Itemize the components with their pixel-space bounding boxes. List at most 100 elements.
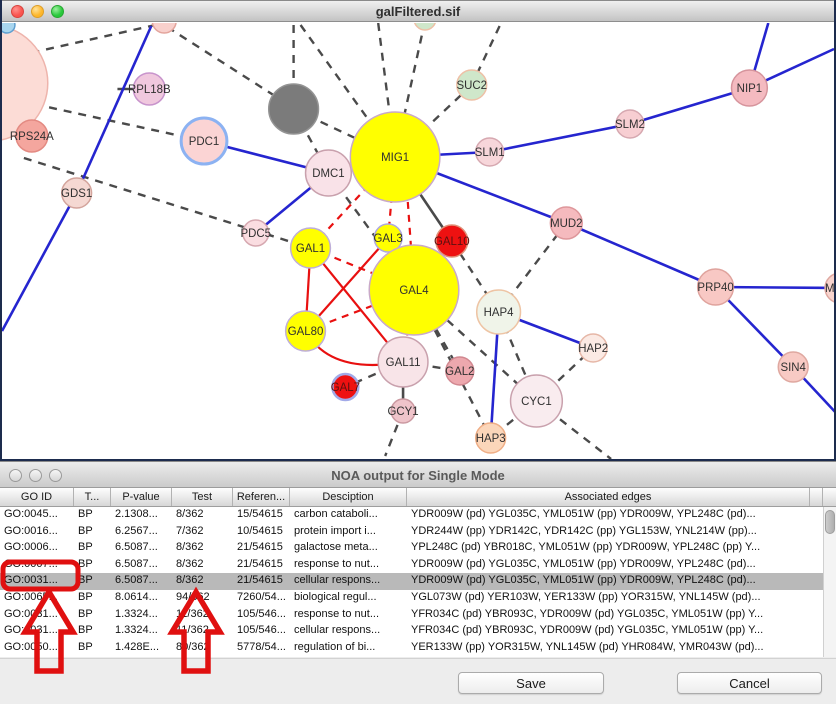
cell: cellular respons... xyxy=(290,573,407,590)
screen: galFiltered.sif RPL18BRPS24AGDS1PDC1DMC1… xyxy=(0,0,836,704)
cell: 8/362 xyxy=(172,573,233,590)
node-NIP1[interactable]: NIP1 xyxy=(731,70,767,106)
cell: YDR009W (pd) YGL035C, YML051W (pp) YDR00… xyxy=(407,557,810,574)
save-button[interactable]: Save xyxy=(458,672,604,694)
node-SLM1[interactable]: SLM1 xyxy=(475,138,505,166)
edge-blue[interactable] xyxy=(630,88,749,124)
node-SLM2[interactable]: SLM2 xyxy=(615,110,645,138)
cell: galactose meta... xyxy=(290,540,407,557)
network-window-titlebar[interactable]: galFiltered.sif xyxy=(2,0,834,22)
column-header-spacer[interactable] xyxy=(810,488,823,506)
table-row-2[interactable]: GO:0016...BP6.2567...7/36210/54615protei… xyxy=(0,524,836,541)
cell: GO:0006... xyxy=(0,540,74,557)
edge-blue[interactable] xyxy=(490,124,630,152)
network-canvas[interactable]: RPL18BRPS24AGDS1PDC1DMC1MIG1SUC2SLM1SLM2… xyxy=(2,23,834,459)
node-HAP3[interactable]: HAP3 xyxy=(476,423,506,453)
table-row-4[interactable]: GO:0007...BP6.5087...8/36221/54615respon… xyxy=(0,557,836,574)
column-header-desciption[interactable]: Desciption xyxy=(290,488,407,506)
node-MIG1[interactable]: MIG1 xyxy=(350,112,440,202)
table-row-8[interactable]: GO:0031...BP1.3324...11/362105/546...cel… xyxy=(0,623,836,640)
cell: 6.2567... xyxy=(111,524,172,541)
node-label: GAL7 xyxy=(331,382,360,394)
node-GAL4[interactable]: GAL4 xyxy=(369,245,459,335)
table-row-1[interactable]: GO:0045...BP2.1308...8/36215/54615carbon… xyxy=(0,507,836,524)
node-label: GDS1 xyxy=(61,188,92,200)
node-label: HAP3 xyxy=(476,433,506,445)
table-row-5[interactable]: GO:0031...BP6.5087...8/36221/54615cellul… xyxy=(0,573,836,590)
edge-blue[interactable] xyxy=(566,223,715,287)
node-greencut[interactable] xyxy=(414,23,436,30)
cell: 8/362 xyxy=(172,507,233,524)
node-RPL18B[interactable]: RPL18B xyxy=(128,73,171,105)
node-label: GAL2 xyxy=(445,366,474,378)
node-CYC1[interactable]: CYC1 xyxy=(511,375,563,427)
cell: response to nut... xyxy=(290,557,407,574)
noa-window-title: NOA output for Single Mode xyxy=(0,468,836,483)
node-SUC2[interactable]: SUC2 xyxy=(456,70,487,100)
cell: cellular respons... xyxy=(290,623,407,640)
cell: response to nut... xyxy=(290,607,407,624)
scrollbar-thumb[interactable] xyxy=(825,510,835,534)
node-GAL11[interactable]: GAL11 xyxy=(378,337,428,387)
cell: 6.5087... xyxy=(111,573,172,590)
column-header-go-id[interactable]: GO ID xyxy=(0,488,74,506)
cell: GO:0050... xyxy=(0,640,74,657)
node-GDS1[interactable]: GDS1 xyxy=(61,178,92,208)
cell: 2.1308... xyxy=(111,507,172,524)
cell: BP xyxy=(74,524,111,541)
table-row-7[interactable]: GO:0031...BP1.3324...11/362105/546...res… xyxy=(0,607,836,624)
column-header-associated-edges[interactable]: Associated edges xyxy=(407,488,810,506)
cell: biological regul... xyxy=(290,590,407,607)
noa-window-titlebar[interactable]: NOA output for Single Mode xyxy=(0,461,836,488)
node-GCY1[interactable]: GCY1 xyxy=(387,399,418,423)
cell: 105/546... xyxy=(233,623,290,640)
node-label: GAL4 xyxy=(399,285,429,297)
cell: 1.3324... xyxy=(111,623,172,640)
node-PDC1[interactable]: PDC1 xyxy=(181,118,227,164)
column-header-t-[interactable]: T... xyxy=(74,488,111,506)
network-window: galFiltered.sif RPL18BRPS24AGDS1PDC1DMC1… xyxy=(0,0,836,461)
node-graynode[interactable] xyxy=(269,84,319,134)
column-header-p-value[interactable]: P-value xyxy=(111,488,172,506)
cell: GO:0031... xyxy=(0,573,74,590)
node-SIN4[interactable]: SIN4 xyxy=(778,352,808,382)
cell: BP xyxy=(74,540,111,557)
node-GAL80[interactable]: GAL80 xyxy=(286,311,326,351)
node-label: MUD2 xyxy=(550,218,582,230)
cell: 10/54615 xyxy=(233,524,290,541)
column-header-referen-[interactable]: Referen... xyxy=(233,488,290,506)
node-GAL7[interactable]: GAL7 xyxy=(331,374,360,400)
node-DMC1[interactable]: DMC1 xyxy=(306,150,352,196)
node-label: GAL80 xyxy=(288,326,324,338)
cell: YFR034C (pd) YBR093C, YDR009W (pd) YGL03… xyxy=(407,623,810,640)
node-HAP2[interactable]: HAP2 xyxy=(578,334,608,362)
table-row-3[interactable]: GO:0006...BP6.5087...8/36221/54615galact… xyxy=(0,540,836,557)
cell: carbon cataboli... xyxy=(290,507,407,524)
column-header-test[interactable]: Test xyxy=(172,488,233,506)
edge-dash[interactable] xyxy=(167,27,290,106)
cell: GO:0031... xyxy=(0,623,74,640)
node-label: GAL3 xyxy=(374,233,403,245)
node-label: GAL10 xyxy=(434,236,470,248)
node-PRP40[interactable]: PRP40 xyxy=(697,269,733,305)
edge-blue[interactable] xyxy=(77,26,152,193)
node-GAL2[interactable]: GAL2 xyxy=(445,357,474,385)
cell: BP xyxy=(74,507,111,524)
table-row-6[interactable]: GO:0065...BP8.0614...94/3627260/54...bio… xyxy=(0,590,836,607)
table-row-9[interactable]: GO:0050...BP1.428E...80/3625778/54...reg… xyxy=(0,640,836,657)
cell: 21/54615 xyxy=(233,573,290,590)
node-GAL1[interactable]: GAL1 xyxy=(291,228,331,268)
node-label: HAP4 xyxy=(484,307,515,319)
edge-blue[interactable] xyxy=(2,193,77,331)
cell: YDR009W (pd) YGL035C, YML051W (pp) YDR00… xyxy=(407,573,810,590)
cell: YGL073W (pd) YER103W, YER133W (pp) YOR31… xyxy=(407,590,810,607)
cell: GO:0045... xyxy=(0,507,74,524)
cancel-button[interactable]: Cancel xyxy=(677,672,822,694)
node-HAP4[interactable]: HAP4 xyxy=(477,290,521,334)
cell: BP xyxy=(74,640,111,657)
vertical-scrollbar[interactable] xyxy=(823,507,836,657)
cell: 21/54615 xyxy=(233,557,290,574)
network-window-title: galFiltered.sif xyxy=(2,4,834,19)
node-MSL1[interactable]: MSL1 xyxy=(825,273,834,303)
node-MUD2[interactable]: MUD2 xyxy=(550,207,582,239)
